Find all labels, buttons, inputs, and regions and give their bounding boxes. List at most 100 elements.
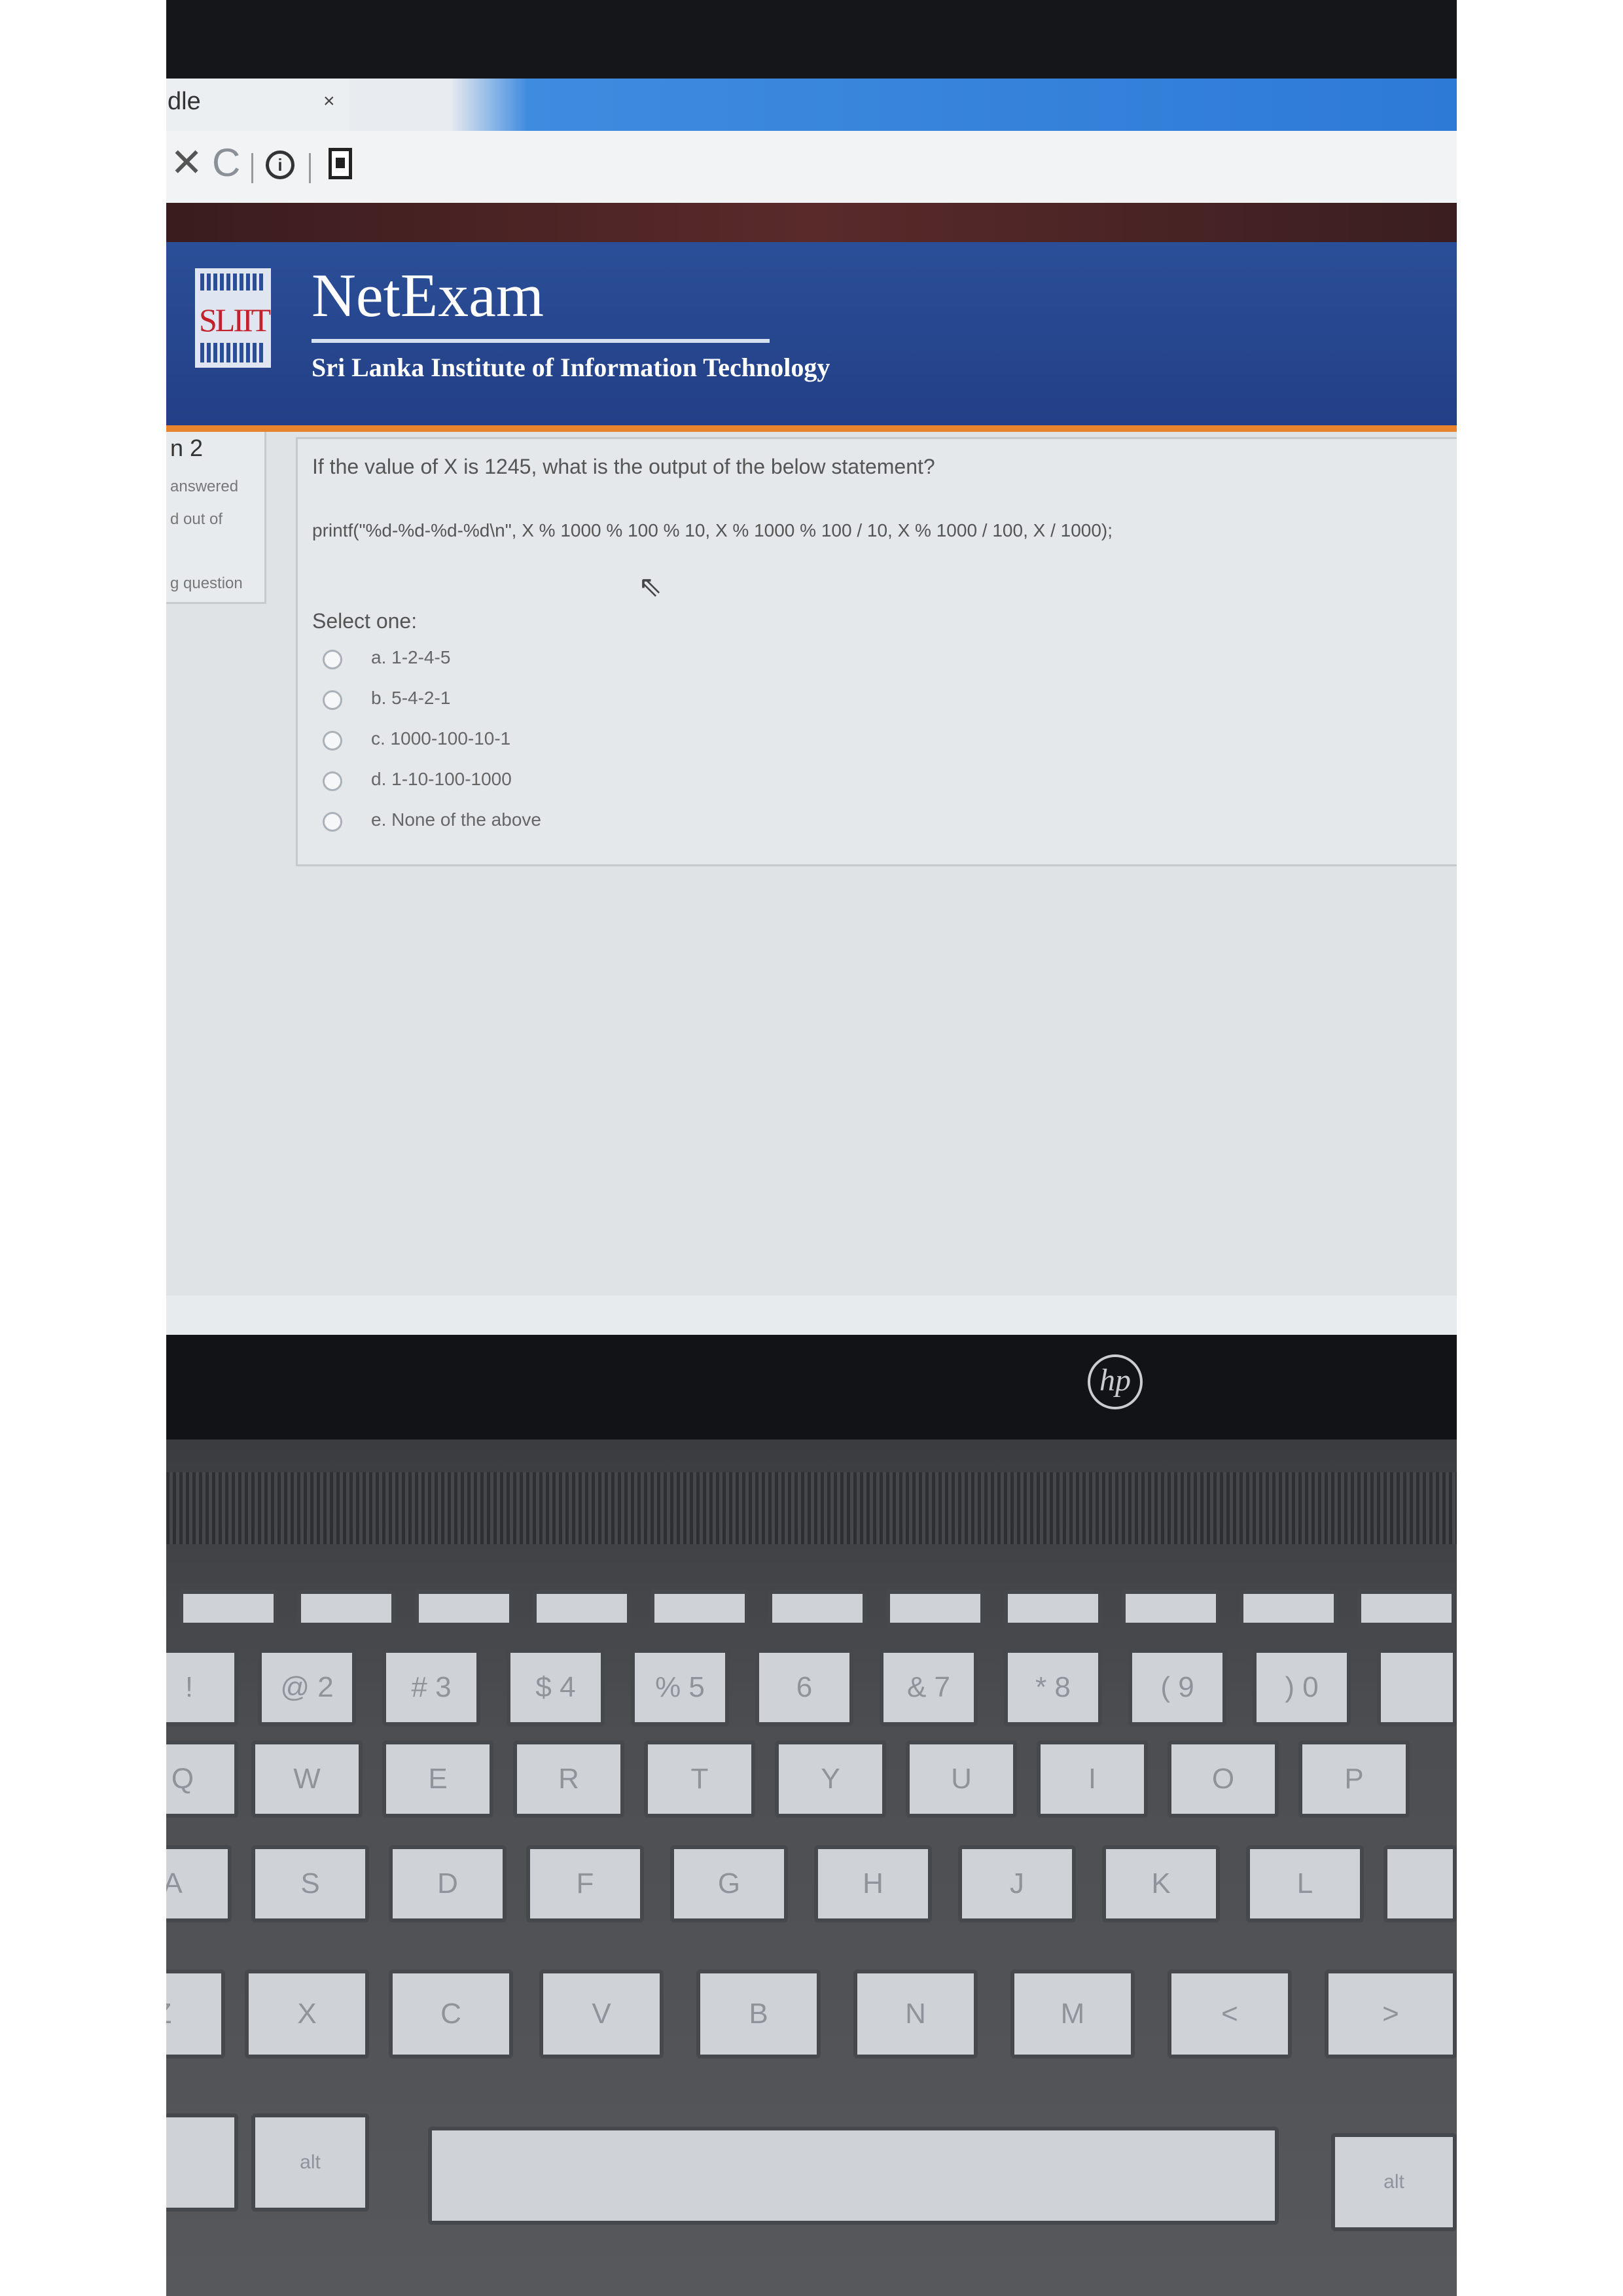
alt-key[interactable]: alt — [1331, 2133, 1457, 2231]
screen-edge — [166, 1296, 1457, 1335]
key-s[interactable]: S — [251, 1845, 369, 1922]
key[interactable] — [1377, 1649, 1457, 1726]
key-r[interactable]: R — [513, 1740, 624, 1818]
windows-key[interactable] — [166, 2113, 238, 2212]
speaker-grille — [166, 1472, 1457, 1544]
stop-icon[interactable]: ✕ — [170, 140, 203, 186]
browser-tab[interactable]: dle × — [166, 79, 349, 131]
key-b[interactable]: B — [696, 1969, 821, 2058]
tab-close-icon[interactable]: × — [323, 90, 335, 113]
key-v[interactable]: V — [539, 1969, 664, 2058]
radio-button[interactable] — [323, 812, 342, 832]
institute-name: Sri Lanka Institute of Information Techn… — [312, 353, 830, 382]
toolbar-divider — [309, 153, 311, 183]
spacebar-key[interactable] — [428, 2127, 1279, 2225]
key[interactable]: ! — [166, 1649, 238, 1726]
key-h[interactable]: H — [814, 1845, 932, 1922]
key[interactable]: # 3 — [382, 1649, 480, 1726]
key[interactable]: 6 — [755, 1649, 853, 1726]
key[interactable] — [768, 1590, 866, 1627]
app-title: NetExam — [312, 262, 544, 330]
key-i[interactable]: I — [1037, 1740, 1148, 1818]
question-code: printf("%d-%d-%d-%d\n", X % 1000 % 100 %… — [312, 520, 1113, 540]
key[interactable]: * 8 — [1004, 1649, 1102, 1726]
key[interactable] — [415, 1590, 513, 1627]
key-l[interactable]: L — [1246, 1845, 1364, 1922]
photo-frame: dle × ✕ C i SLIIT NetExam Sri Lanka Inst… — [166, 0, 1457, 2296]
key-y[interactable]: Y — [775, 1740, 886, 1818]
key-a[interactable]: A — [166, 1845, 232, 1922]
key-period[interactable]: > — [1325, 1969, 1457, 2058]
option-label[interactable]: b. 5-4-2-1 — [371, 688, 450, 709]
option-label[interactable]: e. None of the above — [371, 809, 541, 830]
question-panel: If the value of X is 1245, what is the o… — [296, 437, 1457, 866]
radio-button[interactable] — [323, 650, 342, 669]
browser-toolbar: ✕ C i — [166, 131, 1457, 203]
key[interactable] — [1240, 1590, 1338, 1627]
key-q[interactable]: Q — [166, 1740, 238, 1818]
key[interactable] — [179, 1590, 277, 1627]
select-one-label: Select one: — [312, 609, 418, 633]
key[interactable] — [1383, 1845, 1457, 1922]
radio-button[interactable] — [323, 731, 342, 751]
key-e[interactable]: E — [382, 1740, 493, 1818]
key-p[interactable]: P — [1298, 1740, 1410, 1818]
site-header: SLIIT NetExam Sri Lanka Institute of Inf… — [166, 242, 1457, 432]
answer-option-a[interactable]: a. 1-2-4-5 — [312, 643, 770, 676]
radio-button[interactable] — [323, 771, 342, 791]
key[interactable] — [1357, 1590, 1455, 1627]
mouse-cursor-icon: ⇖ — [638, 571, 662, 603]
key[interactable]: ) 0 — [1253, 1649, 1351, 1726]
key-u[interactable]: U — [906, 1740, 1017, 1818]
key-c[interactable]: C — [389, 1969, 513, 2058]
key-j[interactable]: J — [958, 1845, 1076, 1922]
key[interactable]: $ 4 — [507, 1649, 605, 1726]
sliit-logo: SLIIT — [195, 268, 271, 368]
key-w[interactable]: W — [251, 1740, 363, 1818]
key[interactable]: ( 9 — [1128, 1649, 1226, 1726]
key[interactable] — [886, 1590, 984, 1627]
reload-icon[interactable]: C — [212, 140, 240, 185]
answer-option-e[interactable]: e. None of the above — [312, 805, 770, 838]
question-prompt: If the value of X is 1245, what is the o… — [312, 455, 935, 478]
page-icon[interactable] — [329, 148, 352, 179]
key-f[interactable]: F — [526, 1845, 644, 1922]
key[interactable] — [533, 1590, 631, 1627]
alt-key[interactable]: alt — [251, 2113, 369, 2212]
key[interactable] — [297, 1590, 395, 1627]
key[interactable]: % 5 — [631, 1649, 729, 1726]
key-d[interactable]: D — [389, 1845, 507, 1922]
flag-question-link[interactable]: g question — [170, 574, 243, 593]
key-o[interactable]: O — [1168, 1740, 1279, 1818]
key-n[interactable]: N — [853, 1969, 978, 2058]
key[interactable] — [651, 1590, 749, 1627]
logo-pattern — [200, 274, 266, 291]
option-label[interactable]: c. 1000-100-10-1 — [371, 728, 510, 749]
answer-option-c[interactable]: c. 1000-100-10-1 — [312, 724, 770, 757]
browser-tab-bar: dle × — [166, 79, 1457, 131]
question-status: answered — [170, 478, 239, 495]
option-label[interactable]: d. 1-10-100-1000 — [371, 769, 512, 790]
answer-option-d[interactable]: d. 1-10-100-1000 — [312, 765, 770, 798]
key-m[interactable]: M — [1010, 1969, 1135, 2058]
radio-button[interactable] — [323, 690, 342, 710]
key-g[interactable]: G — [670, 1845, 788, 1922]
key-t[interactable]: T — [644, 1740, 755, 1818]
info-icon[interactable]: i — [266, 150, 294, 179]
key[interactable]: & 7 — [880, 1649, 978, 1726]
hp-logo: hp — [1088, 1354, 1143, 1409]
question-info-panel: n 2 answered d out of g question — [166, 432, 266, 604]
logo-pattern — [200, 343, 266, 362]
key[interactable] — [1122, 1590, 1220, 1627]
key[interactable] — [1004, 1590, 1102, 1627]
option-label[interactable]: a. 1-2-4-5 — [371, 647, 450, 668]
key-k[interactable]: K — [1102, 1845, 1220, 1922]
key-x[interactable]: X — [245, 1969, 369, 2058]
key[interactable]: @ 2 — [258, 1649, 356, 1726]
laptop-screen: dle × ✕ C i SLIIT NetExam Sri Lanka Inst… — [166, 79, 1457, 1335]
answer-option-b[interactable]: b. 5-4-2-1 — [312, 684, 770, 716]
question-number: n 2 — [170, 434, 204, 461]
key-z[interactable]: Z — [166, 1969, 225, 2058]
screen-bezel — [166, 1335, 1457, 1439]
key-comma[interactable]: < — [1168, 1969, 1292, 2058]
